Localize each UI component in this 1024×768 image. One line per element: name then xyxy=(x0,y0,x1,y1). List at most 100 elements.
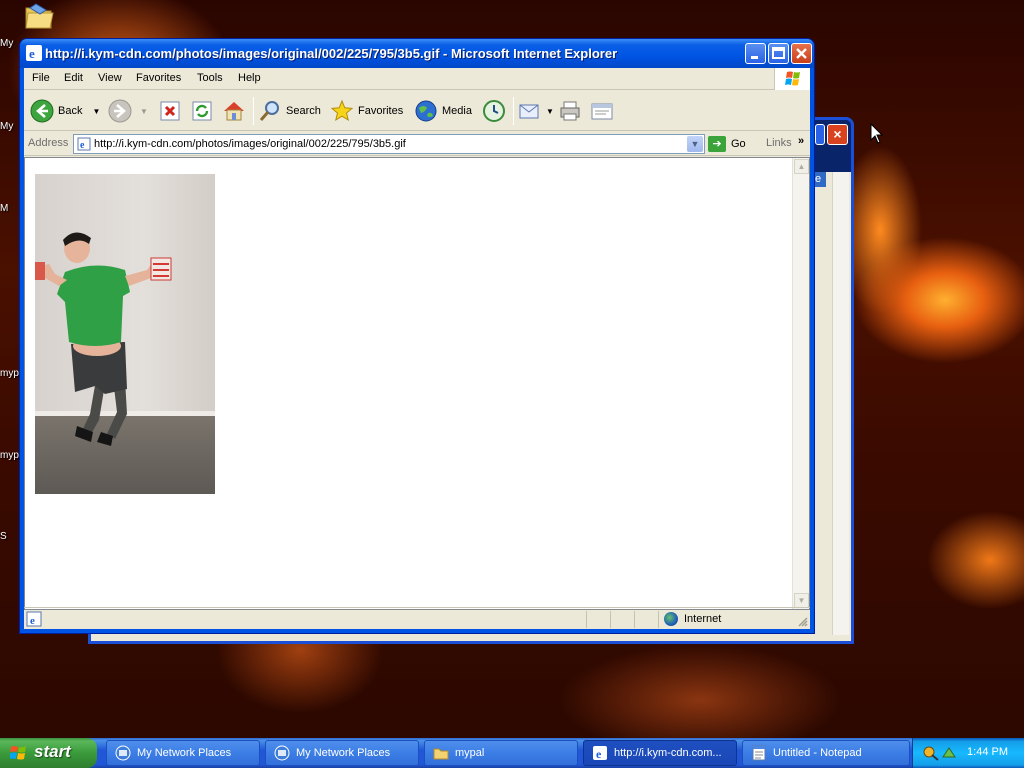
media-label: Media xyxy=(442,105,472,117)
taskbar-button-active[interactable]: e http://i.kym-cdn.com... xyxy=(583,740,737,766)
status-panel xyxy=(658,611,659,628)
history-button[interactable] xyxy=(482,97,510,125)
task-label: mypal xyxy=(455,747,485,759)
search-icon xyxy=(259,101,279,121)
man-dancing-illustration xyxy=(35,232,172,446)
vertical-scrollbar[interactable]: ▲ ▼ xyxy=(792,158,809,609)
forward-arrow-icon xyxy=(108,99,132,123)
print-button[interactable] xyxy=(558,97,586,125)
ie-window[interactable]: e http://i.kym-cdn.com/photos/images/ori… xyxy=(19,38,815,634)
task-label: http://i.kym-cdn.com... xyxy=(614,747,722,759)
address-input[interactable]: e http://i.kym-cdn.com/photos/images/ori… xyxy=(73,134,705,154)
menu-view[interactable]: View xyxy=(98,72,122,84)
stop-icon xyxy=(160,101,180,121)
tray-network-icon[interactable] xyxy=(941,745,957,761)
menu-favorites[interactable]: Favorites xyxy=(136,72,181,84)
network-places-icon xyxy=(274,745,290,761)
scroll-down-icon[interactable]: ▼ xyxy=(794,593,809,608)
search-button[interactable]: Search xyxy=(258,97,321,125)
taskbar-button[interactable]: My Network Places xyxy=(265,740,419,766)
media-globe-icon xyxy=(415,100,437,122)
go-button[interactable]: ➔ Go xyxy=(708,135,746,153)
notepad-icon xyxy=(752,745,766,761)
home-icon xyxy=(224,102,244,121)
printer-icon xyxy=(560,101,580,121)
task-label: My Network Places xyxy=(296,747,391,759)
svg-text:e: e xyxy=(596,747,602,761)
windows-flag-icon xyxy=(10,746,26,760)
home-button[interactable] xyxy=(222,97,250,125)
mail-button[interactable]: ▼ xyxy=(518,97,554,125)
favorites-label: Favorites xyxy=(358,105,404,117)
back-arrow-icon xyxy=(30,99,54,123)
standard-toolbar: Back ▼ ▼ Search Favorites Media ▼ xyxy=(24,91,810,131)
close-button[interactable]: × xyxy=(827,124,848,145)
resize-grip-icon[interactable] xyxy=(796,615,808,627)
task-label: My Network Places xyxy=(137,747,232,759)
minimize-button[interactable] xyxy=(745,43,766,64)
task-label: Untitled - Notepad xyxy=(773,747,862,759)
svg-text:e: e xyxy=(30,615,35,627)
start-button[interactable]: start xyxy=(0,738,97,768)
chevron-down-icon[interactable]: ▼ xyxy=(687,136,703,152)
ie-page-icon: e xyxy=(26,611,42,627)
media-button[interactable]: Media xyxy=(414,97,472,125)
maximize-icon xyxy=(772,47,785,59)
toolbar-separator xyxy=(513,97,514,125)
clock[interactable]: 1:44 PM xyxy=(967,746,1008,758)
maximize-button[interactable] xyxy=(815,124,825,145)
chevron-down-icon[interactable]: ▼ xyxy=(140,107,148,116)
close-icon xyxy=(796,48,807,59)
menu-tools[interactable]: Tools xyxy=(197,72,223,84)
ie-icon: e xyxy=(26,45,42,61)
close-button[interactable] xyxy=(791,43,812,64)
forward-button[interactable]: ▼ xyxy=(108,97,148,125)
vertical-scrollbar[interactable] xyxy=(832,172,849,635)
back-button[interactable]: Back ▼ xyxy=(30,97,100,125)
stop-button[interactable] xyxy=(158,97,186,125)
menu-file[interactable]: File xyxy=(32,72,50,84)
star-icon xyxy=(330,99,354,122)
tray-app-icon[interactable] xyxy=(923,745,939,761)
chevron-down-icon[interactable]: ▼ xyxy=(546,107,554,116)
chevron-down-icon[interactable]: ▼ xyxy=(92,107,100,116)
status-bar: e Internet xyxy=(24,607,810,629)
taskbar-button[interactable]: Untitled - Notepad xyxy=(742,740,910,766)
refresh-button[interactable] xyxy=(190,97,218,125)
security-zone: Internet xyxy=(664,612,721,626)
menu-bar: File Edit View Favorites Tools Help xyxy=(24,68,810,90)
taskbar-button[interactable]: My Network Places xyxy=(106,740,260,766)
title-bar[interactable]: e http://i.kym-cdn.com/photos/images/ori… xyxy=(20,39,814,68)
menu-help[interactable]: Help xyxy=(238,72,261,84)
history-icon xyxy=(483,100,505,122)
minimize-icon xyxy=(751,56,758,59)
svg-text:e: e xyxy=(29,46,35,61)
mail-icon xyxy=(519,104,539,119)
links-toolbar[interactable]: Links xyxy=(766,137,792,149)
mouse-cursor-icon xyxy=(870,123,884,144)
address-url: http://i.kym-cdn.com/photos/images/origi… xyxy=(94,138,406,150)
links-chevron-icon[interactable]: » xyxy=(798,135,804,147)
start-label: start xyxy=(34,742,71,761)
system-tray: 1:44 PM xyxy=(912,738,1024,768)
status-panel xyxy=(586,611,587,628)
selected-text: e xyxy=(814,172,826,187)
edit-button[interactable] xyxy=(590,97,618,125)
ie-page-icon: e xyxy=(77,137,91,151)
folder-icon[interactable] xyxy=(24,2,54,30)
windows-flag-icon xyxy=(785,71,800,86)
favorites-button[interactable]: Favorites xyxy=(330,97,403,125)
go-arrow-icon: ➔ xyxy=(708,136,726,152)
page-content[interactable]: ▲ ▼ xyxy=(24,157,810,610)
maximize-button[interactable] xyxy=(768,43,789,64)
status-panel xyxy=(610,611,611,628)
edit-document-icon xyxy=(591,103,613,120)
address-label: Address xyxy=(28,137,69,149)
go-label: Go xyxy=(731,138,746,150)
taskbar-button[interactable]: mypal xyxy=(424,740,578,766)
scroll-up-icon[interactable]: ▲ xyxy=(794,159,809,174)
ie-client-area: File Edit View Favorites Tools Help Back… xyxy=(24,68,810,629)
menu-edit[interactable]: Edit xyxy=(64,72,83,84)
windows-logo xyxy=(774,68,810,90)
toolbar-separator xyxy=(253,97,254,125)
